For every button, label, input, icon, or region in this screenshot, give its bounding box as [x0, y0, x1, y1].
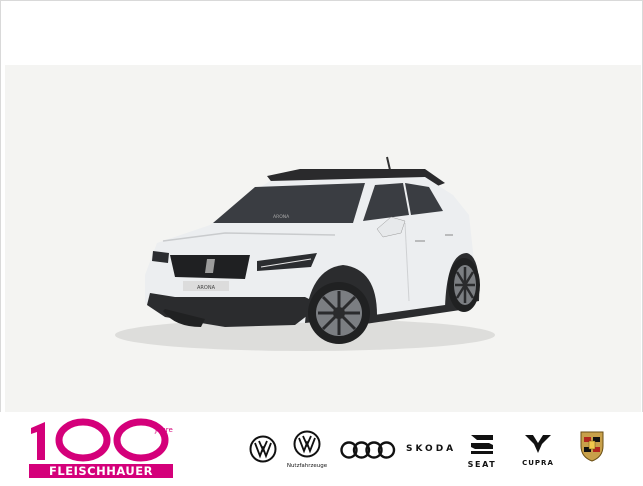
windscreen-badge: ARONA [273, 214, 290, 220]
cupra-brand[interactable]: CUPRA [512, 432, 564, 467]
seat-logo-icon [471, 435, 493, 454]
plate-text: ARONA [197, 285, 216, 291]
vw-commercial-logo-icon [293, 430, 321, 458]
audi-rings-icon[interactable] [339, 440, 397, 460]
vehicle-image: ARONA ARONA [5, 65, 641, 412]
logo-name: FLEISCHHAUER [49, 464, 153, 478]
cupra-logo-icon [525, 435, 551, 453]
vw-commercial-caption: Nutzfahrzeuge [286, 463, 328, 469]
cupra-text: CUPRA [522, 459, 554, 467]
vw-commercial-brand[interactable]: Nutzfahrzeuge [284, 430, 330, 469]
dealer-footer: Jahre FLEISCHHAUER Nutzfahrzeuge SKODA S… [0, 412, 643, 486]
car-illustration: ARONA ARONA [115, 156, 495, 351]
seat-brand[interactable]: SEAT [460, 431, 504, 469]
fleischhauer-100-logo[interactable]: Jahre FLEISCHHAUER [25, 418, 185, 482]
seat-text: SEAT [467, 460, 497, 469]
logo-jahre: Jahre [154, 426, 173, 434]
rear-wheel [448, 258, 480, 312]
skoda-wordmark[interactable]: SKODA [406, 444, 456, 454]
porsche-crest-icon[interactable] [579, 430, 605, 462]
vw-logo-icon[interactable] [249, 435, 277, 463]
front-wheel [308, 282, 370, 344]
